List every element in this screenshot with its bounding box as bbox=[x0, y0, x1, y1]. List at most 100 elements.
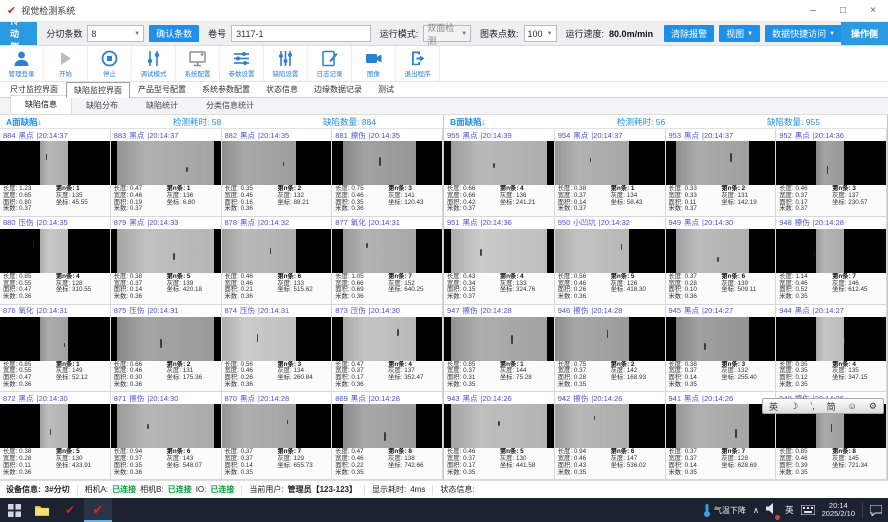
defect-type: 黑点 bbox=[684, 393, 699, 404]
data-access-menu-button[interactable]: 数据快捷访问▼ bbox=[765, 25, 842, 42]
defect-type: 压伤 bbox=[129, 305, 144, 316]
view-menu-button[interactable]: 视图▼ bbox=[719, 25, 760, 42]
defect-cell-951[interactable]: 951黑点|20:14:36长度: 0.43宽度: 0.34面积: 0.15米数… bbox=[444, 217, 555, 305]
defect-cell-878[interactable]: 878黑点|20:14:32长度: 0.46宽度: 0.46面积: 0.21米数… bbox=[222, 217, 333, 305]
drive-side-label: 传动侧 bbox=[0, 22, 37, 45]
defect-cell-943[interactable]: 943黑点|20:14:26长度: 0.46宽度: 0.37面积: 0.17米数… bbox=[444, 392, 555, 480]
h-sliders-icon bbox=[233, 50, 250, 67]
main-tab-2[interactable]: 产品型号配置 bbox=[130, 81, 194, 97]
sub-tab-3[interactable]: 分类信息统计 bbox=[192, 97, 268, 114]
defect-type: 黑点 bbox=[463, 130, 478, 141]
defect-cell-945[interactable]: 945黑点|20:14:27长度: 0.38宽度: 0.37面积: 0.14米数… bbox=[666, 305, 777, 393]
defect-cell-955[interactable]: 955黑点|20:14:39长度: 0.66宽度: 0.66面积: 0.42米数… bbox=[444, 129, 555, 217]
sub-tab-2[interactable]: 缺陷统计 bbox=[132, 97, 192, 114]
close-button[interactable]: × bbox=[858, 0, 888, 21]
action-center-icon[interactable] bbox=[870, 505, 882, 516]
defect-cell-946[interactable]: 946擦伤|20:14:28长度: 0.75宽度: 0.37面积: 0.28米数… bbox=[555, 305, 666, 393]
panel-b-defect-count: 缺陷数量: 955 bbox=[767, 116, 887, 128]
toolbar-button-camera[interactable]: 图像 bbox=[352, 46, 396, 81]
defect-cell-872[interactable]: 872黑点|20:14:30长度: 0.38宽度: 0.28面积: 0.11米数… bbox=[0, 392, 111, 480]
toolbar-button-debug-sliders[interactable]: 调试模式 bbox=[132, 46, 176, 81]
defect-cell-869[interactable]: 869黑点|20:14:28长度: 0.47宽度: 0.46面积: 0.22米数… bbox=[332, 392, 443, 480]
defect-cell-871[interactable]: 871擦伤|20:14:30长度: 0.94宽度: 0.37面积: 0.35米数… bbox=[111, 392, 222, 480]
sub-tab-1[interactable]: 缺陷分布 bbox=[72, 97, 132, 114]
main-tab-6[interactable]: 测试 bbox=[370, 81, 402, 97]
main-tab-3[interactable]: 系统参数配置 bbox=[194, 81, 258, 97]
defect-cell-879[interactable]: 879黑点|20:14:33长度: 0.38宽度: 0.37面积: 0.14米数… bbox=[111, 217, 222, 305]
maximize-button[interactable]: □ bbox=[828, 0, 858, 21]
defect-image bbox=[776, 317, 886, 361]
inspection-app-button-active[interactable]: ✔ bbox=[84, 498, 112, 522]
toolbar-button-play[interactable]: 开始 bbox=[44, 46, 88, 81]
defect-id: 870 bbox=[225, 394, 238, 403]
run-mode-select[interactable]: 双面检测▼ bbox=[423, 25, 471, 42]
emoji-icon[interactable]: ☺ bbox=[848, 401, 857, 411]
slit-count-select[interactable]: 8▼ bbox=[87, 25, 144, 42]
defect-cell-944[interactable]: 944黑点|20:14:27长度: 0.35宽度: 0.35面积: 0.12米数… bbox=[776, 305, 887, 393]
defect-cell-952[interactable]: 952黑点|20:14:36长度: 0.46宽度: 0.37面积: 0.17米数… bbox=[776, 129, 887, 217]
main-tab-4[interactable]: 状态信息 bbox=[258, 81, 306, 97]
confirm-count-button[interactable]: 确认条数 bbox=[149, 25, 199, 42]
defect-id: 945 bbox=[669, 306, 682, 315]
defect-cell-883[interactable]: 883黑点|20:14:37长度: 0.47宽度: 0.46面积: 0.19米数… bbox=[111, 129, 222, 217]
start-button[interactable] bbox=[0, 498, 28, 522]
defect-cell-950[interactable]: 950小凹坑|20:14:32长度: 0.56宽度: 0.46面积: 0.26米… bbox=[555, 217, 666, 305]
defect-cell-877[interactable]: 877氧化|20:14:31长度: 1.05宽度: 0.66面积: 0.69米数… bbox=[332, 217, 443, 305]
defect-cell-880[interactable]: 880压伤|20:14:35长度: 0.85宽度: 0.55面积: 0.47米数… bbox=[0, 217, 111, 305]
panel-a-title[interactable]: A面缺陷↓ bbox=[6, 116, 173, 128]
defect-type: 氧化 bbox=[351, 217, 366, 228]
defect-cell-948[interactable]: 948擦伤|20:14:28长度: 1.14宽度: 0.46面积: 0.52米数… bbox=[776, 217, 887, 305]
taskbar-clock[interactable]: 20:14 2025/2/10 bbox=[822, 502, 855, 519]
defect-metadata: 长度: 0.47宽度: 0.37面积: 0.17米数: 0.36第n条: 4灰度… bbox=[332, 361, 442, 392]
status-bar: 设备信息: 3#分切 相机A: 已连接 相机B: 已连接 IO: 已连接 当前用… bbox=[0, 480, 888, 498]
defect-cell-947[interactable]: 947擦伤|20:14:28长度: 0.85宽度: 0.37面积: 0.31米数… bbox=[444, 305, 555, 393]
defect-cell-875[interactable]: 875压伤|20:14:31长度: 0.66宽度: 0.46面积: 0.30米数… bbox=[111, 305, 222, 393]
defect-cell-954[interactable]: 954黑点|20:14:37长度: 0.38宽度: 0.37面积: 0.14米数… bbox=[555, 129, 666, 217]
defect-cell-876[interactable]: 876氧化|20:14:31长度: 0.85宽度: 0.55面积: 0.47米数… bbox=[0, 305, 111, 393]
main-tab-5[interactable]: 边缘数据记录 bbox=[306, 81, 370, 97]
defect-cell-881[interactable]: 881擦伤|20:14:35长度: 0.75宽度: 0.46面积: 0.35米数… bbox=[332, 129, 443, 217]
clear-alarm-button[interactable]: 清除报警 bbox=[664, 25, 714, 42]
defect-cell-953[interactable]: 953黑点|20:14:37长度: 0.33宽度: 0.33面积: 0.11米数… bbox=[666, 129, 777, 217]
weather-widget[interactable]: 气温下降 bbox=[703, 504, 746, 517]
main-tab-1[interactable]: 缺陷监控界面 bbox=[66, 82, 130, 98]
defect-time: |20:14:30 bbox=[369, 306, 400, 315]
defect-cell-header: 881擦伤|20:14:35 bbox=[332, 129, 442, 141]
toolbar-button-v-sliders[interactable]: 缺陷设置 bbox=[264, 46, 308, 81]
roll-number-input[interactable]: 3117-1 bbox=[231, 25, 371, 42]
defect-cell-941[interactable]: 941黑点|20:14:26长度: 0.37宽度: 0.37面积: 0.14米数… bbox=[666, 392, 777, 480]
toolbar-button-stop[interactable]: 停止 bbox=[88, 46, 132, 81]
punctuation-toggle[interactable]: ’, bbox=[810, 401, 815, 411]
volume-icon[interactable] bbox=[766, 501, 778, 519]
language-indicator[interactable]: 英 bbox=[785, 504, 794, 516]
defect-cell-949[interactable]: 949黑点|20:14:30长度: 0.37宽度: 0.28面积: 0.10米数… bbox=[666, 217, 777, 305]
defect-cell-942[interactable]: 942擦伤|20:14:26长度: 0.94宽度: 0.46面积: 0.43米数… bbox=[555, 392, 666, 480]
minimize-button[interactable]: – bbox=[798, 0, 828, 21]
defect-cell-header: 941黑点|20:14:26 bbox=[666, 392, 776, 404]
chart-points-select[interactable]: 100▼ bbox=[524, 25, 557, 42]
defect-cell-873[interactable]: 873压伤|20:14:30长度: 0.47宽度: 0.37面积: 0.17米数… bbox=[332, 305, 443, 393]
toolbar-button-log[interactable]: 日志记录 bbox=[308, 46, 352, 81]
defect-cell-884[interactable]: 884黑点|20:14:37长度: 1.23宽度: 0.65面积: 0.80米数… bbox=[0, 129, 111, 217]
defect-meter: 米数: 0.35 bbox=[669, 470, 720, 477]
defect-meter: 米数: 0.36 bbox=[114, 382, 165, 389]
keyboard-icon[interactable] bbox=[801, 505, 815, 515]
ime-lang-toggle[interactable]: 英 bbox=[769, 400, 778, 413]
sub-tab-0[interactable]: 缺陷信息 bbox=[10, 95, 72, 114]
inspection-app-button[interactable]: ✔ bbox=[56, 498, 84, 522]
panel-b-title[interactable]: B面缺陷↓ bbox=[450, 116, 617, 128]
toolbar-button-monitor[interactable]: 系统配置 bbox=[176, 46, 220, 81]
defect-cell-882[interactable]: 882黑点|20:14:35长度: 0.35宽度: 0.46面积: 0.16米数… bbox=[222, 129, 333, 217]
defect-metadata: 长度: 0.85宽度: 0.55面积: 0.47米数: 0.36第n条: 1灰度… bbox=[0, 361, 110, 392]
gear-icon[interactable]: ⚙ bbox=[869, 401, 877, 412]
defect-meter: 米数: 0.36 bbox=[335, 206, 386, 213]
file-explorer-button[interactable] bbox=[28, 498, 56, 522]
moon-icon[interactable]: ☽ bbox=[790, 401, 798, 412]
defect-image bbox=[666, 317, 776, 361]
simplified-toggle[interactable]: 简 bbox=[827, 400, 836, 413]
tray-expand-button[interactable]: ∧ bbox=[753, 505, 759, 516]
toolbar-button-exit[interactable]: 退出程序 bbox=[396, 46, 440, 81]
defect-cell-874[interactable]: 874压伤|20:14:31长度: 0.56宽度: 0.46面积: 0.26米数… bbox=[222, 305, 333, 393]
defect-cell-870[interactable]: 870黑点|20:14:28长度: 0.37宽度: 0.37面积: 0.14米数… bbox=[222, 392, 333, 480]
toolbar-button-h-sliders[interactable]: 参数设置 bbox=[220, 46, 264, 81]
